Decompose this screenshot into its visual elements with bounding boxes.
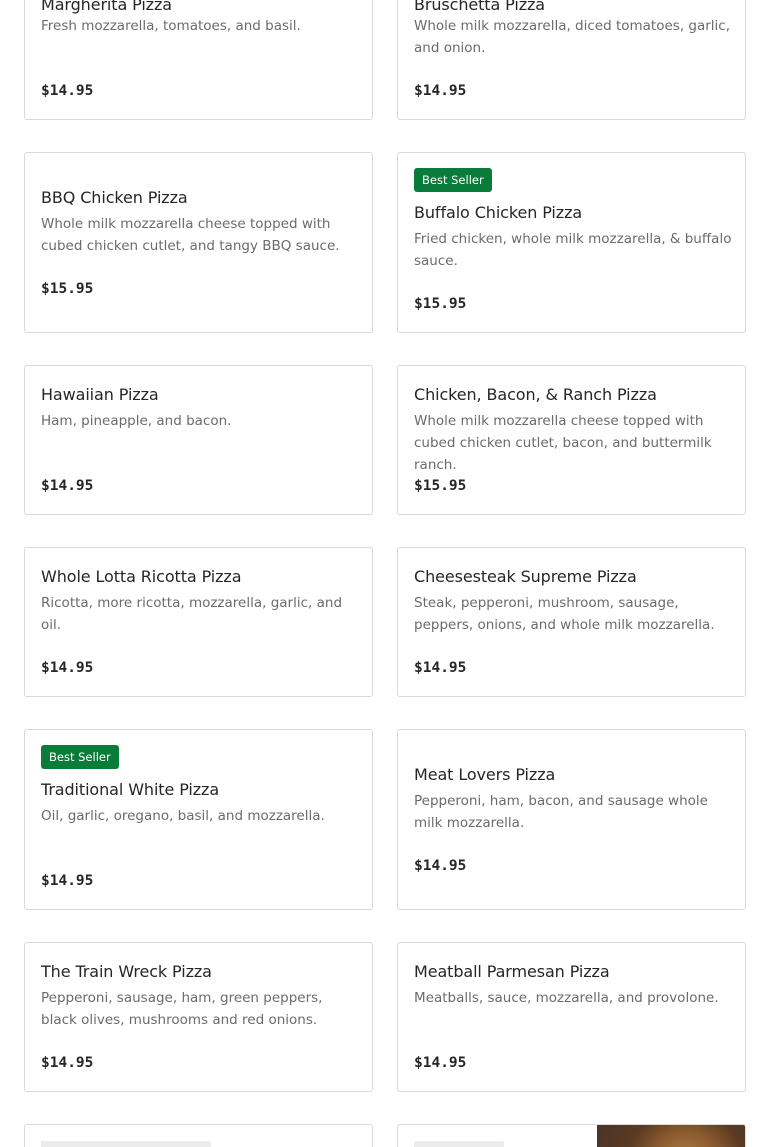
menu-item-card[interactable]: Cheesesteak Supreme Pizza Steak, peppero… [397, 547, 746, 697]
item-title-placeholder [41, 1141, 211, 1147]
item-price: $14.95 [41, 660, 94, 676]
item-description: Ham, pineapple, and bacon. [41, 413, 232, 429]
item-description: Whole milk mozzarella cheese topped with… [41, 216, 340, 254]
item-price: $14.95 [414, 83, 467, 99]
item-price: $14.95 [41, 873, 94, 889]
item-price: $14.95 [414, 1055, 467, 1071]
item-description: Ricotta, more ricotta, mozzarella, garli… [41, 595, 343, 633]
best-seller-badge: Best Seller [41, 745, 119, 769]
item-title: Meatball Parmesan Pizza [414, 962, 610, 981]
item-price: $14.95 [414, 858, 467, 874]
menu-item-card[interactable] [24, 1124, 373, 1147]
menu-item-card[interactable]: BBQ Chicken Pizza Whole milk mozzarella … [24, 152, 373, 333]
item-price: $14.95 [414, 660, 467, 676]
item-title: Traditional White Pizza [41, 780, 220, 799]
item-title: Bruschetta Pizza [414, 0, 545, 14]
item-price: $14.95 [41, 1055, 94, 1071]
item-price: $14.95 [41, 83, 94, 99]
item-description: Steak, pepperoni, mushroom, sausage, pep… [414, 595, 715, 633]
item-price: $14.95 [41, 478, 94, 494]
item-price: $15.95 [414, 478, 467, 494]
menu-item-card[interactable] [397, 1124, 746, 1147]
menu-item-card[interactable]: Bruschetta Pizza Whole milk mozzarella, … [397, 0, 746, 120]
item-title-placeholder [414, 1141, 504, 1147]
menu-item-card[interactable]: Best Seller Buffalo Chicken Pizza Fried … [397, 152, 746, 333]
item-price: $15.95 [41, 281, 94, 297]
item-title: Meat Lovers Pizza [414, 765, 556, 784]
pizza-image [597, 1125, 745, 1147]
item-description: Whole milk mozzarella cheese topped with… [414, 413, 712, 473]
item-title: BBQ Chicken Pizza [41, 188, 188, 207]
item-description: Pepperoni, sausage, ham, green peppers, … [41, 990, 323, 1028]
item-description: Oil, garlic, oregano, basil, and mozzare… [41, 808, 325, 824]
menu-item-card[interactable]: Meatball Parmesan Pizza Meatballs, sauce… [397, 942, 746, 1092]
best-seller-badge: Best Seller [414, 168, 492, 192]
item-title: Chicken, Bacon, & Ranch Pizza [414, 385, 657, 404]
menu-item-card[interactable]: Chicken, Bacon, & Ranch Pizza Whole milk… [397, 365, 746, 515]
item-description: Fresh mozzarella, tomatoes, and basil. [41, 18, 301, 34]
item-description: Fried chicken, whole milk mozzarella, & … [414, 231, 732, 269]
item-title: Hawaiian Pizza [41, 385, 159, 404]
menu-item-card[interactable]: Best Seller Traditional White Pizza Oil,… [24, 729, 373, 910]
item-title: Cheesesteak Supreme Pizza [414, 567, 637, 586]
menu-item-card[interactable]: Whole Lotta Ricotta Pizza Ricotta, more … [24, 547, 373, 697]
item-title: Buffalo Chicken Pizza [414, 203, 583, 222]
item-description: Pepperoni, ham, bacon, and sausage whole… [414, 793, 708, 831]
menu-item-card[interactable]: Margherita Pizza Fresh mozzarella, tomat… [24, 0, 373, 120]
menu-item-card[interactable]: Hawaiian Pizza Ham, pineapple, and bacon… [24, 365, 373, 515]
item-title: The Train Wreck Pizza [41, 962, 212, 981]
menu-item-card[interactable]: The Train Wreck Pizza Pepperoni, sausage… [24, 942, 373, 1092]
item-title: Whole Lotta Ricotta Pizza [41, 567, 242, 586]
menu-item-card[interactable]: Meat Lovers Pizza Pepperoni, ham, bacon,… [397, 729, 746, 910]
item-price: $15.95 [414, 296, 467, 312]
item-title: Margherita Pizza [41, 0, 172, 14]
item-description: Meatballs, sauce, mozzarella, and provol… [414, 990, 719, 1006]
item-description: Whole milk mozzarella, diced tomatoes, g… [414, 18, 731, 56]
